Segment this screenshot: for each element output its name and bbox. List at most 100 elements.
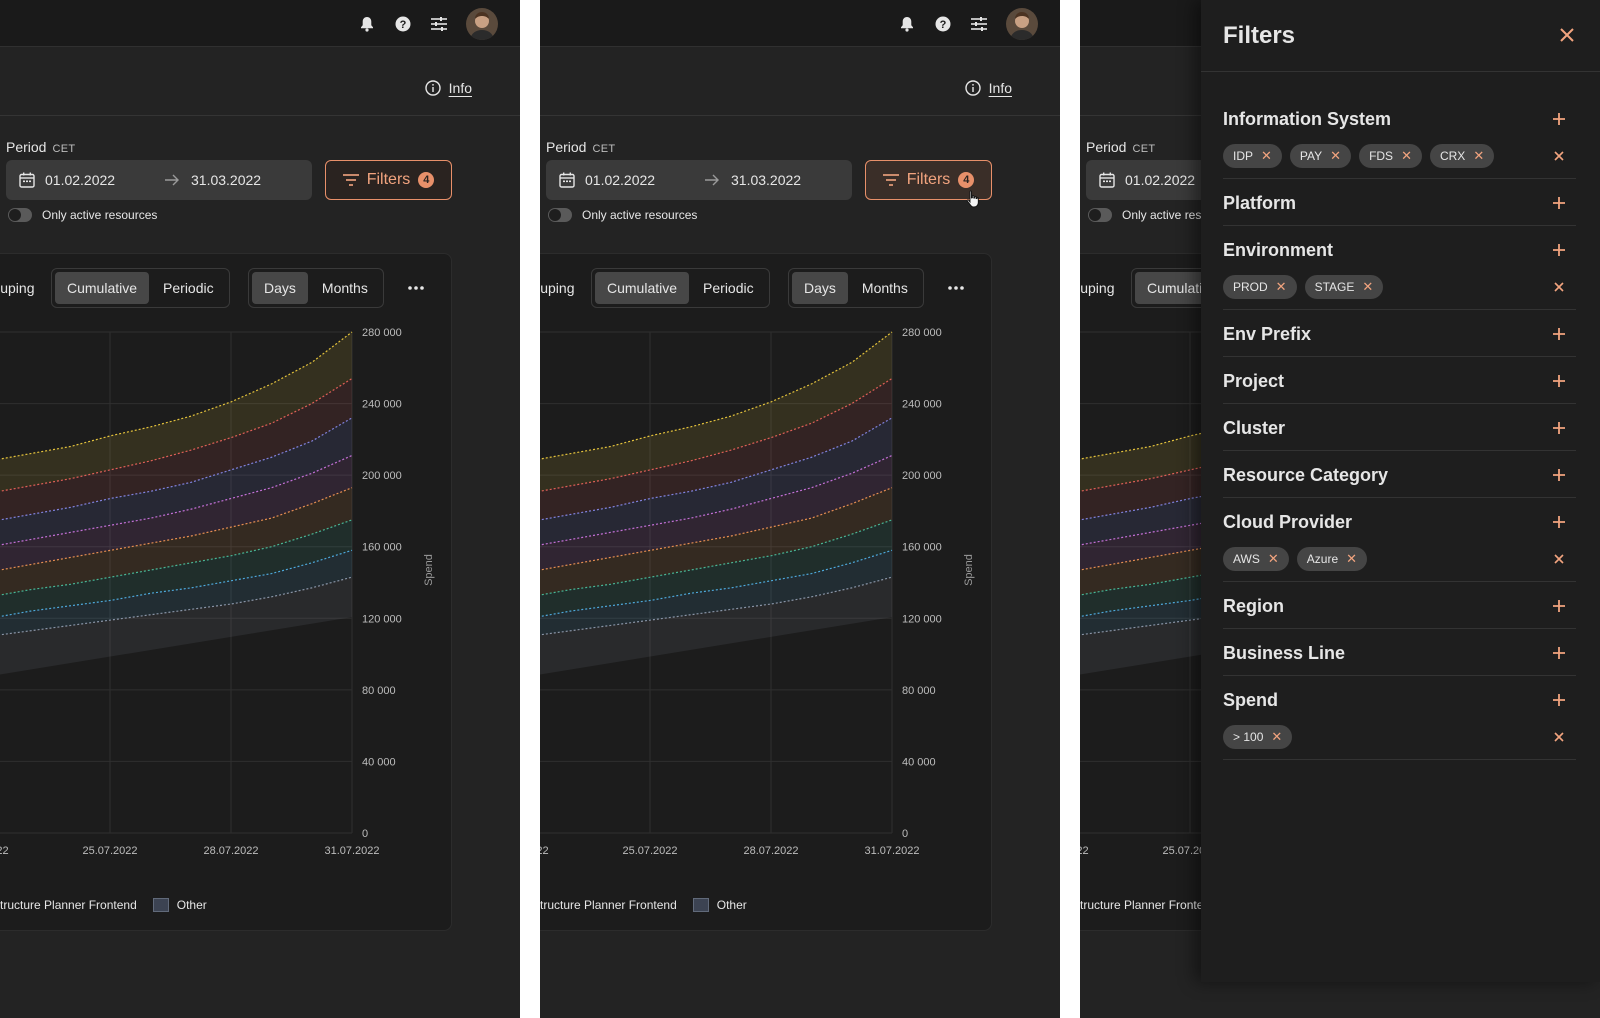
tab-cumulative[interactable]: Cumulative (595, 272, 690, 304)
remove-chip-icon[interactable]: ✕ (1473, 148, 1484, 164)
filter-section-title[interactable]: Env Prefix (1223, 324, 1311, 345)
legend-item-other[interactable]: Other (177, 898, 207, 912)
period-label-text: Period (546, 139, 587, 155)
chart-legend: frastructure Planner Frontend Other (540, 898, 747, 912)
legend-item-other[interactable]: Other (717, 898, 747, 912)
y-axis-label: Spend (963, 554, 975, 586)
filter-section-title[interactable]: Business Line (1223, 643, 1345, 664)
filter-chip: CRX ✕ (1429, 144, 1495, 168)
filters-button-label: Filters (906, 171, 951, 188)
plus-icon[interactable] (1552, 646, 1566, 660)
period-label: Period CET (1086, 139, 1155, 155)
filter-chip: PAY ✕ (1289, 144, 1352, 168)
filter-section-title[interactable]: Information System (1223, 109, 1391, 130)
plus-icon[interactable] (1552, 327, 1566, 341)
remove-chip-icon[interactable]: ✕ (1346, 551, 1357, 567)
filter-section: Environment PROD ✕ STAGE ✕ (1223, 226, 1576, 310)
plus-icon[interactable] (1552, 196, 1566, 210)
tab-cumulative[interactable]: Cumulative (55, 272, 150, 304)
tab-months[interactable]: Months (310, 272, 380, 304)
plus-icon[interactable] (1552, 112, 1566, 126)
date-from[interactable]: 01.02.2022 (1125, 172, 1195, 188)
user-avatar[interactable] (1006, 8, 1038, 40)
filter-section: Env Prefix (1223, 310, 1576, 357)
filter-chip-label: CRX (1439, 149, 1466, 163)
filter-chip-label: STAGE (1314, 280, 1355, 294)
date-to[interactable]: 31.03.2022 (731, 172, 801, 188)
grouping-label[interactable]: grouping (1080, 280, 1115, 296)
plus-icon[interactable] (1552, 421, 1566, 435)
bell-icon[interactable] (898, 15, 916, 33)
remove-chip-icon[interactable]: ✕ (1362, 279, 1373, 295)
settings-sliders-icon[interactable] (970, 15, 988, 33)
info-link[interactable]: Info (964, 80, 1012, 96)
plus-icon[interactable] (1552, 243, 1566, 257)
date-from[interactable]: 01.02.2022 (45, 172, 115, 188)
clear-section-icon[interactable] (1554, 732, 1564, 742)
filter-section-title[interactable]: Project (1223, 371, 1284, 392)
active-resources-toggle[interactable] (548, 208, 572, 222)
filter-section-title[interactable]: Resource Category (1223, 465, 1388, 486)
plus-icon[interactable] (1552, 599, 1566, 613)
filter-chip: IDP ✕ (1223, 144, 1282, 168)
active-resources-toggle[interactable] (8, 208, 32, 222)
y-tick-label: 280 000 (362, 327, 402, 339)
plus-icon[interactable] (1552, 374, 1566, 388)
plus-icon[interactable] (1552, 515, 1566, 529)
bell-icon[interactable] (358, 15, 376, 33)
tab-months[interactable]: Months (850, 272, 920, 304)
mode-segmented-control: Cumulative Periodic (591, 268, 770, 308)
clear-section-icon[interactable] (1554, 282, 1564, 292)
filter-chip: Azure ✕ (1296, 547, 1368, 571)
x-tick-label: 7.2022 (0, 845, 9, 857)
remove-chip-icon[interactable]: ✕ (1401, 148, 1412, 164)
help-icon[interactable]: ? (394, 15, 412, 33)
legend-item-planner-frontend[interactable]: frastructure Planner Frontend (540, 898, 677, 912)
date-from[interactable]: 01.02.2022 (585, 172, 655, 188)
active-resources-toggle[interactable] (1088, 208, 1112, 222)
legend-item-planner-frontend[interactable]: frastructure Planner Frontend (0, 898, 137, 912)
top-bar: ? (540, 0, 1060, 47)
tab-days[interactable]: Days (792, 272, 848, 304)
legend-item-planner-frontend[interactable]: frastructure Planner Frontend (1080, 898, 1217, 912)
y-tick-label: 200 000 (362, 470, 402, 482)
remove-chip-icon[interactable]: ✕ (1330, 148, 1341, 164)
remove-chip-icon[interactable]: ✕ (1268, 551, 1279, 567)
more-options-icon[interactable] (945, 278, 967, 298)
filter-section-title[interactable]: Cluster (1223, 418, 1285, 439)
tab-periodic[interactable]: Periodic (691, 272, 766, 304)
remove-chip-icon[interactable]: ✕ (1276, 279, 1287, 295)
remove-chip-icon[interactable]: ✕ (1261, 148, 1272, 164)
remove-chip-icon[interactable]: ✕ (1271, 729, 1282, 745)
filter-section: Platform (1223, 179, 1576, 226)
date-range-picker[interactable]: 01.02.2022 31.03.2022 (6, 160, 312, 200)
x-tick-label: 25.07.2022 (622, 845, 677, 857)
date-to[interactable]: 31.03.2022 (191, 172, 261, 188)
tab-periodic[interactable]: Periodic (151, 272, 226, 304)
user-avatar[interactable] (466, 8, 498, 40)
help-icon[interactable]: ? (934, 15, 952, 33)
filter-section-title[interactable]: Environment (1223, 240, 1333, 261)
date-range-picker[interactable]: 01.02.2022 31.03.2022 (546, 160, 852, 200)
y-tick-label: 80 000 (902, 685, 936, 697)
more-options-icon[interactable] (405, 278, 427, 298)
close-icon[interactable] (1558, 26, 1576, 44)
tab-days[interactable]: Days (252, 272, 308, 304)
filter-section-title[interactable]: Region (1223, 596, 1284, 617)
x-tick-label: 31.07.2022 (324, 845, 379, 857)
top-bar-icons: ? (898, 8, 1038, 40)
grouping-label[interactable]: grouping (540, 280, 575, 296)
screen-panel-1: ? Info Period CET 01.02.2022 31.03.2022 F… (0, 0, 520, 1018)
info-link[interactable]: Info (424, 80, 472, 96)
filters-button[interactable]: Filters 4 (325, 160, 452, 200)
plus-icon[interactable] (1552, 693, 1566, 707)
filter-section-title[interactable]: Platform (1223, 193, 1296, 214)
clear-section-icon[interactable] (1554, 554, 1564, 564)
grouping-label[interactable]: grouping (0, 280, 35, 296)
clear-section-icon[interactable] (1554, 151, 1564, 161)
filter-icon (882, 174, 899, 186)
filter-section-title[interactable]: Spend (1223, 690, 1278, 711)
filter-section-title[interactable]: Cloud Provider (1223, 512, 1352, 533)
plus-icon[interactable] (1552, 468, 1566, 482)
settings-sliders-icon[interactable] (430, 15, 448, 33)
